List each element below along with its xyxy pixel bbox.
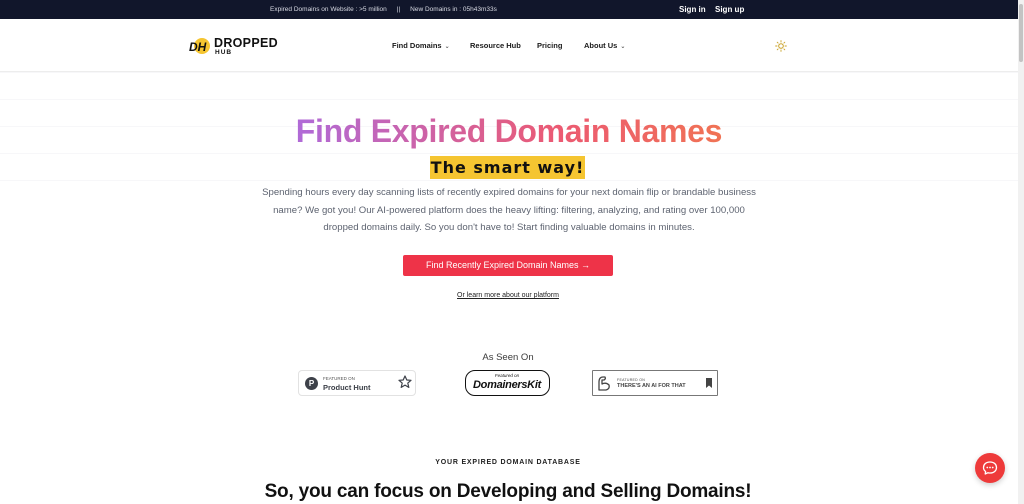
ai-for-that-name: THERE'S AN AI FOR THAT xyxy=(617,383,686,389)
product-hunt-name: Product Hunt xyxy=(323,383,371,392)
domainerskit-featured: Featured on xyxy=(494,373,520,378)
section-kicker: YOUR EXPIRED DOMAIN DATABASE xyxy=(435,459,581,466)
logo[interactable]: DH DROPPED HUB xyxy=(188,35,288,59)
chevron-down-icon: ⌄ xyxy=(620,44,626,50)
section-heading: So, you can focus on Developing and Sell… xyxy=(264,481,752,502)
flexed-arm-icon xyxy=(598,376,610,391)
nav-find-domains[interactable]: Find Domains ⌄ xyxy=(392,41,450,50)
logo-mark-text: DH xyxy=(189,40,207,54)
page: Expired Domains on Website : >5 million |… xyxy=(0,0,1024,504)
hero-title: Find Expired Domain Names xyxy=(0,113,1018,150)
product-hunt-featured: FEATURED ON xyxy=(323,376,355,381)
product-hunt-badge[interactable]: P FEATURED ON Product Hunt xyxy=(298,370,416,396)
nav-pricing[interactable]: Pricing xyxy=(537,41,562,50)
hero-description: Spending hours every day scanning lists … xyxy=(262,187,756,233)
logo-word-dropped: DROPPED xyxy=(214,36,278,50)
bookmark-icon xyxy=(706,378,712,388)
hero-title-text: Find Expired Domain Names xyxy=(295,113,723,149)
ai-for-that-featured: FEATURED ON xyxy=(617,378,646,382)
announcement-bar: Expired Domains on Website : >5 million |… xyxy=(0,0,1018,19)
logo-mark-icon: DH xyxy=(189,38,210,54)
learn-more-link[interactable]: Or learn more about our platform xyxy=(0,292,1016,299)
announcement-text: Expired Domains on Website : >5 million |… xyxy=(270,6,497,13)
ai-for-that-badge[interactable]: FEATURED ON THERE'S AN AI FOR THAT xyxy=(592,370,718,396)
hero-highlight: The smart way! xyxy=(430,156,585,179)
chat-launcher-button[interactable] xyxy=(975,453,1005,483)
separator: || xyxy=(396,6,401,13)
find-domains-cta-button[interactable]: Find Recently Expired Domain Names → xyxy=(403,255,613,276)
new-domains-timer: New Domains in : 05h43m33s xyxy=(410,6,497,13)
nav-find-domains-label: Find Domains xyxy=(392,41,442,50)
domainerskit-name: DomainersKit xyxy=(473,379,541,391)
nav-about-us-label: About Us xyxy=(584,41,618,50)
logo-word-hub: HUB xyxy=(215,49,233,56)
nav-resource-hub[interactable]: Resource Hub xyxy=(470,41,521,50)
domainerskit-badge[interactable]: Featured on DomainersKit xyxy=(465,370,550,396)
scrollbar-thumb[interactable] xyxy=(1019,4,1023,62)
star-icon xyxy=(398,375,412,388)
main-nav: DH DROPPED HUB Find Domains ⌄ Resource Hu… xyxy=(0,19,1018,72)
as-seen-on-title: As Seen On xyxy=(482,352,534,363)
sun-icon[interactable] xyxy=(775,40,787,52)
scrollbar[interactable] xyxy=(1018,0,1024,504)
expired-count: Expired Domains on Website : >5 million xyxy=(270,6,387,13)
sign-in-link[interactable]: Sign in xyxy=(679,5,706,14)
chevron-down-icon: ⌄ xyxy=(444,44,450,50)
chat-bubble-icon xyxy=(982,461,998,475)
sign-up-link[interactable]: Sign up xyxy=(715,5,744,14)
product-hunt-icon: P xyxy=(305,377,318,390)
nav-about-us[interactable]: About Us ⌄ xyxy=(584,41,625,50)
